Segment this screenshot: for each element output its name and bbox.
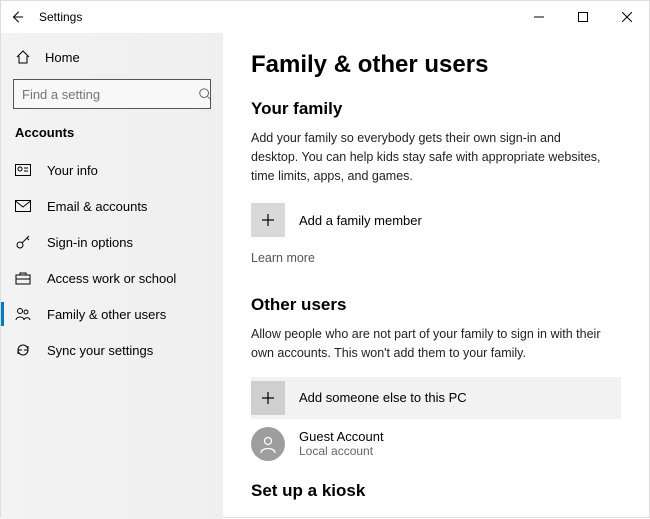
- sidebar-item-label: Email & accounts: [47, 199, 147, 214]
- learn-more-link[interactable]: Learn more: [251, 251, 315, 265]
- sidebar-item-your-info[interactable]: Your info: [1, 152, 223, 188]
- sidebar-item-sync[interactable]: Sync your settings: [1, 332, 223, 368]
- page-title: Family & other users: [251, 51, 621, 79]
- user-name: Guest Account: [299, 429, 384, 444]
- window-title: Settings: [39, 10, 82, 24]
- add-family-member-button[interactable]: Add a family member: [251, 199, 621, 241]
- sidebar-item-label: Sync your settings: [47, 343, 153, 358]
- section-family-desc: Add your family so everybody gets their …: [251, 129, 611, 185]
- search-input[interactable]: [22, 87, 198, 102]
- sidebar-item-family[interactable]: Family & other users: [1, 296, 223, 332]
- minimize-button[interactable]: [517, 1, 561, 33]
- user-account-item[interactable]: Guest Account Local account: [251, 419, 621, 475]
- add-family-label: Add a family member: [299, 213, 422, 228]
- sidebar-item-signin[interactable]: Sign-in options: [1, 224, 223, 260]
- home-label: Home: [45, 50, 80, 65]
- avatar-icon: [251, 427, 285, 461]
- section-kiosk-title: Set up a kiosk: [251, 481, 621, 501]
- back-icon[interactable]: [9, 9, 25, 25]
- search-input-wrap[interactable]: [13, 79, 211, 109]
- person-card-icon: [15, 162, 31, 178]
- section-family-title: Your family: [251, 99, 621, 119]
- main-content: Family & other users Your family Add you…: [223, 33, 649, 519]
- key-icon: [15, 234, 31, 250]
- home-nav[interactable]: Home: [1, 41, 223, 73]
- section-others-desc: Allow people who are not part of your fa…: [251, 325, 611, 363]
- section-others-title: Other users: [251, 295, 621, 315]
- maximize-button[interactable]: [561, 1, 605, 33]
- sidebar-item-label: Access work or school: [47, 271, 176, 286]
- search-icon: [198, 87, 212, 101]
- sidebar-item-work[interactable]: Access work or school: [1, 260, 223, 296]
- plus-icon: [251, 203, 285, 237]
- people-icon: [15, 306, 31, 322]
- close-button[interactable]: [605, 1, 649, 33]
- sidebar-item-label: Your info: [47, 163, 98, 178]
- sync-icon: [15, 342, 31, 358]
- briefcase-icon: [15, 270, 31, 286]
- plus-icon: [251, 381, 285, 415]
- home-icon: [15, 49, 31, 65]
- sidebar-item-label: Family & other users: [47, 307, 166, 322]
- add-other-label: Add someone else to this PC: [299, 390, 467, 405]
- add-other-user-button[interactable]: Add someone else to this PC: [251, 377, 621, 419]
- sidebar: Home Accounts Your info Email & accounts…: [1, 33, 223, 519]
- sidebar-item-label: Sign-in options: [47, 235, 133, 250]
- sidebar-category: Accounts: [1, 119, 223, 152]
- sidebar-item-email[interactable]: Email & accounts: [1, 188, 223, 224]
- mail-icon: [15, 198, 31, 214]
- user-type: Local account: [299, 444, 384, 458]
